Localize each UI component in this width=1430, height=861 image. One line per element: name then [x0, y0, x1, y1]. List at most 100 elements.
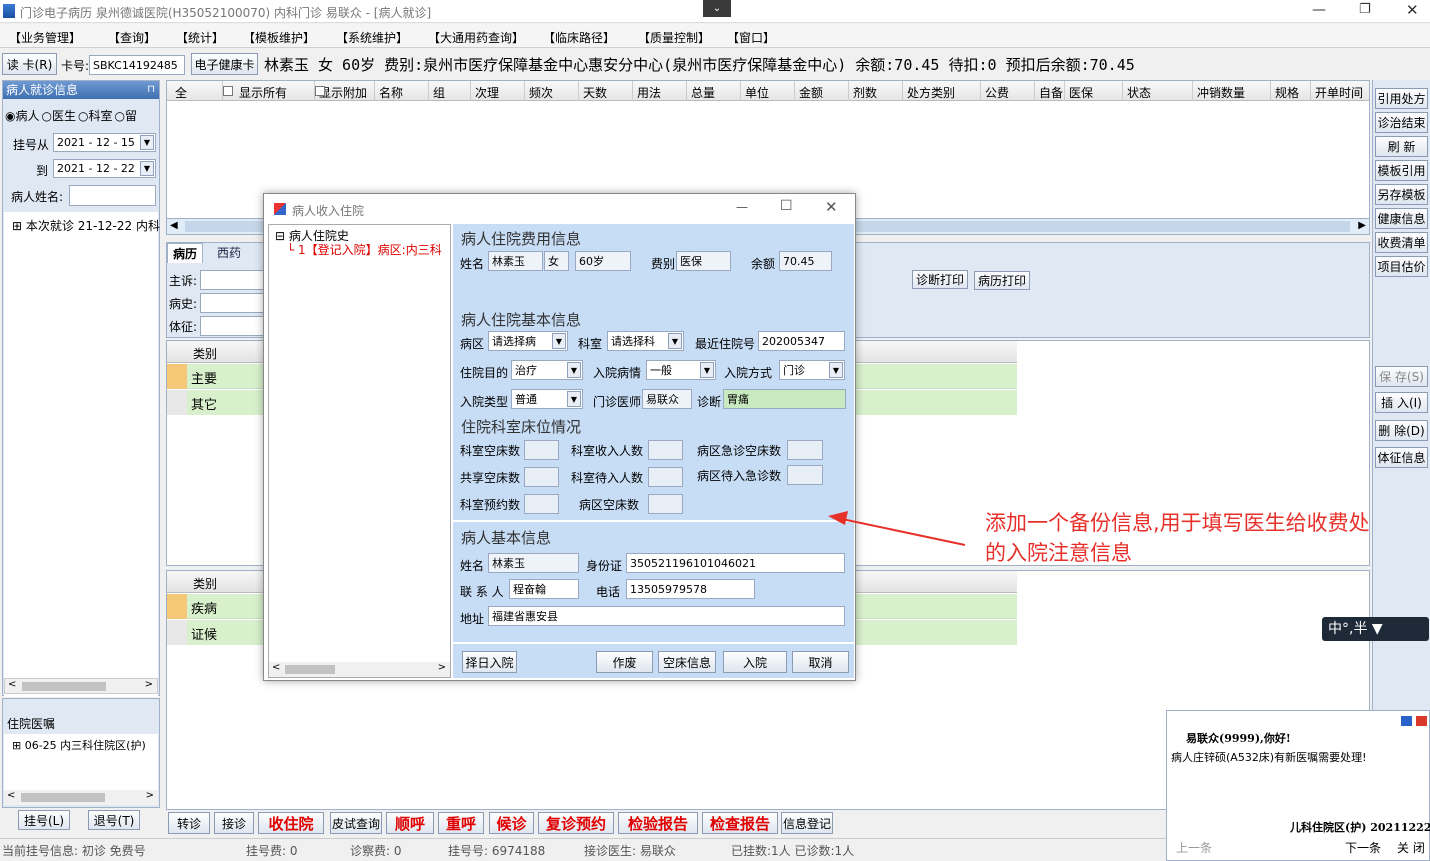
tree-item-visit[interactable]: ⊞ 本次就诊 21-12-22 内科	[12, 217, 160, 234]
tab-record[interactable]: 病历	[167, 243, 203, 263]
popup-close-link[interactable]: 关 闭	[1397, 839, 1425, 856]
scroll-right-icon[interactable]: >	[438, 662, 446, 673]
grid-col-6[interactable]: 频次	[529, 84, 553, 101]
address-field[interactable]: 福建省惠安县	[488, 606, 845, 626]
balance-field[interactable]: 70.45	[779, 251, 832, 271]
show-extra-checkbox[interactable]	[315, 86, 325, 96]
close-icon[interactable]: ✕	[825, 198, 838, 216]
pin-icon[interactable]: ⊓	[147, 81, 155, 99]
grid-col-12[interactable]: 剂数	[853, 84, 877, 101]
radio-dept[interactable]: ○科室	[78, 107, 113, 125]
ehealth-card-button[interactable]: 电子健康卡	[191, 53, 258, 75]
popup-next-link[interactable]: 下一条	[1345, 839, 1381, 856]
menu-query[interactable]: 【查询】	[108, 29, 156, 46]
grid-col-19[interactable]: 规格	[1275, 84, 1299, 101]
vital-signs-button[interactable]: 体征信息	[1375, 447, 1428, 468]
diagnosis-field[interactable]: 胃痛	[723, 389, 846, 409]
name-field[interactable]: 林素玉	[488, 251, 543, 271]
record-print-button[interactable]: 病历打印	[974, 271, 1030, 290]
reg-to-date[interactable]: 2021 - 12 - 22 ▼	[53, 159, 156, 178]
item-estimate-button[interactable]: 项目估价	[1375, 256, 1428, 277]
scroll-left-icon[interactable]: <	[7, 790, 15, 801]
refresh-button[interactable]: 刷 新	[1375, 136, 1428, 157]
purpose-select[interactable]: 治疗 ▼	[511, 360, 583, 380]
menu-quality[interactable]: 【质量控制】	[638, 29, 710, 46]
template-quote-button[interactable]: 模板引用	[1375, 160, 1428, 181]
scroll-right-icon[interactable]: >	[146, 790, 154, 801]
chevron-down-icon[interactable]: ▼	[552, 333, 566, 349]
grid-col-17[interactable]: 状态	[1127, 84, 1151, 101]
tree-hscroll[interactable]: < >	[269, 662, 450, 677]
scroll-left-icon[interactable]: ◀	[170, 220, 178, 231]
type-select[interactable]: 普通 ▼	[511, 389, 583, 409]
info-register-button[interactable]: 信息登记	[781, 812, 833, 834]
grid-col-9[interactable]: 总量	[691, 84, 715, 101]
receive-button[interactable]: 接诊	[214, 812, 254, 834]
chevron-down-icon[interactable]: ▼	[140, 161, 154, 176]
grid-col-18[interactable]: 冲销数量	[1197, 84, 1245, 101]
bed-field-7[interactable]	[524, 494, 559, 514]
close-icon[interactable]: ✕	[1406, 1, 1419, 19]
left-hscroll[interactable]: < >	[4, 678, 158, 694]
chief-complaint-input[interactable]	[200, 270, 270, 290]
bed-field-8[interactable]	[648, 494, 683, 514]
scroll-right-icon[interactable]: >	[145, 679, 153, 690]
revisit-appointment-button[interactable]: 复诊预约	[538, 812, 614, 834]
history-input[interactable]	[200, 293, 270, 313]
scroll-thumb[interactable]	[21, 793, 105, 802]
grid-col-4[interactable]: 组	[433, 84, 445, 101]
grid-col-11[interactable]: 金额	[799, 84, 823, 101]
chevron-down-icon[interactable]: ▼	[700, 362, 714, 378]
reg-from-date[interactable]: 2021 - 12 - 15 ▼	[53, 133, 156, 152]
radio-patient[interactable]: ◉病人	[3, 107, 40, 125]
dept-select[interactable]: 请选择科 ▼	[607, 331, 684, 351]
grid-col-13[interactable]: 处方类别	[907, 84, 955, 101]
scroll-thumb[interactable]	[285, 665, 335, 674]
minimize-icon[interactable]: —	[1312, 2, 1326, 18]
phone-field[interactable]: 13505979578	[626, 579, 755, 599]
inpatient-item[interactable]: ⊞ 06-25 内三科住院区(护)	[12, 737, 146, 753]
exam-report-button[interactable]: 检查报告	[702, 812, 778, 834]
skin-test-query-button[interactable]: 皮试查询	[330, 812, 382, 834]
empty-bed-button[interactable]: 空床信息	[658, 651, 716, 673]
health-info-button[interactable]: 健康信息	[1375, 208, 1428, 229]
chevron-down-icon[interactable]: ▼	[567, 362, 581, 378]
fee-type-field[interactable]: 医保	[676, 251, 731, 271]
popup-close-icon[interactable]	[1416, 716, 1427, 726]
admit-button[interactable]: 入院	[723, 651, 787, 673]
grid-col-3[interactable]: 名称	[379, 84, 403, 101]
grid-col-20[interactable]: 开单时间	[1315, 84, 1363, 101]
grid-col-2[interactable]: 显示附加	[319, 84, 367, 101]
minimize-icon[interactable]: —	[736, 200, 748, 214]
tree-child[interactable]: └ 1【登记入院】病区:内三科	[287, 241, 449, 258]
ward-select[interactable]: 请选择病 ▼	[488, 331, 568, 351]
cancel-button[interactable]: 取消	[792, 651, 849, 673]
grid-col-8[interactable]: 用法	[637, 84, 661, 101]
grid-col-1[interactable]: 显示所有	[239, 84, 287, 101]
age-field[interactable]: 60岁	[575, 251, 631, 271]
chevron-down-icon[interactable]: ▼	[140, 135, 154, 150]
last-no-field[interactable]: 202005347	[758, 331, 845, 351]
show-all-checkbox[interactable]	[223, 86, 233, 96]
admit-inpatient-button[interactable]: 收住院	[258, 812, 324, 834]
finish-visit-button[interactable]: 诊治结束	[1375, 112, 1428, 133]
grid-col-7[interactable]: 天数	[583, 84, 607, 101]
contact-field[interactable]: 程奋翰	[509, 579, 579, 599]
card-number-input[interactable]: SBKC14192485	[89, 55, 185, 75]
doctor-field[interactable]: 易联众	[642, 389, 692, 409]
menu-clinical-path[interactable]: 【临床路径】	[543, 29, 615, 46]
radio-stay[interactable]: ○留	[115, 107, 138, 125]
register-button[interactable]: 挂号(L)	[18, 810, 70, 830]
chevron-down-icon[interactable]: ▼	[567, 391, 581, 407]
save-button[interactable]: 保 存(S)	[1375, 366, 1428, 387]
sex-field[interactable]: 女	[544, 251, 569, 271]
scroll-left-icon[interactable]: <	[8, 679, 16, 690]
popup-restore-icon[interactable]	[1401, 716, 1412, 726]
read-card-button[interactable]: 读 卡(R)	[2, 53, 57, 75]
call-next-button[interactable]: 顺呼	[386, 812, 434, 834]
transfer-button[interactable]: 转诊	[168, 812, 210, 834]
fee-list-button[interactable]: 收费清单	[1375, 232, 1428, 253]
waiting-button[interactable]: 候诊	[489, 812, 534, 834]
condition-select[interactable]: 一般 ▼	[646, 360, 716, 380]
menu-business[interactable]: 【业务管理】	[9, 29, 81, 46]
